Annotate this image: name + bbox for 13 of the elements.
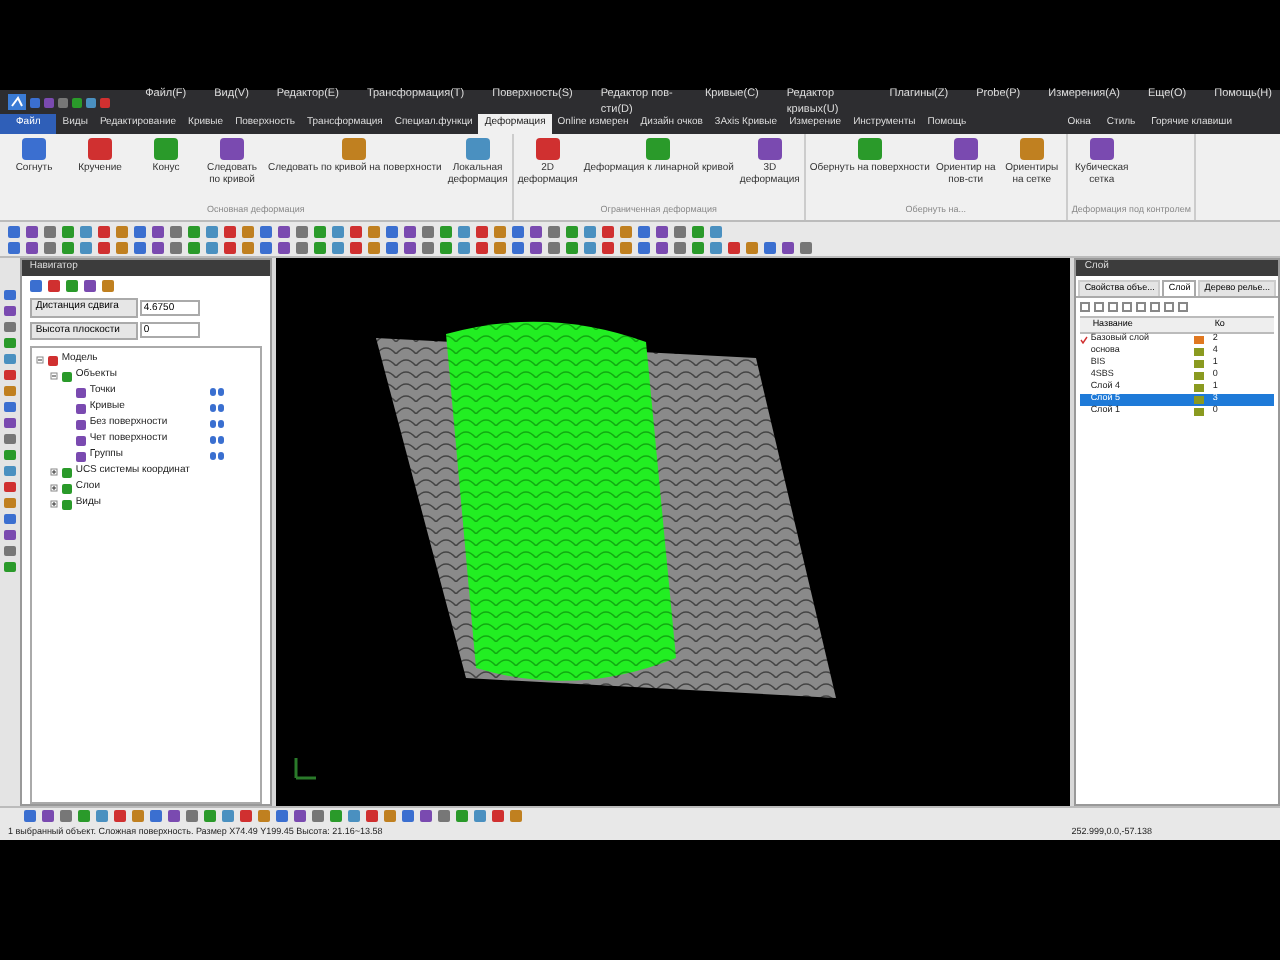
viewport[interactable] (275, 258, 1071, 806)
visibility-icon[interactable] (209, 452, 224, 460)
collapse-icon[interactable] (35, 356, 44, 364)
expand-icon[interactable] (49, 484, 58, 492)
expand-icon[interactable] (49, 468, 58, 476)
expand-icon[interactable] (49, 500, 58, 508)
visibility-icon[interactable] (209, 404, 224, 412)
visibility-icon[interactable] (209, 420, 224, 428)
visibility-icon[interactable] (209, 388, 224, 396)
app-logo-icon (8, 94, 26, 110)
collapse-icon[interactable] (49, 372, 58, 380)
visibility-icon[interactable] (209, 436, 224, 444)
axis-triad-icon (291, 754, 320, 782)
